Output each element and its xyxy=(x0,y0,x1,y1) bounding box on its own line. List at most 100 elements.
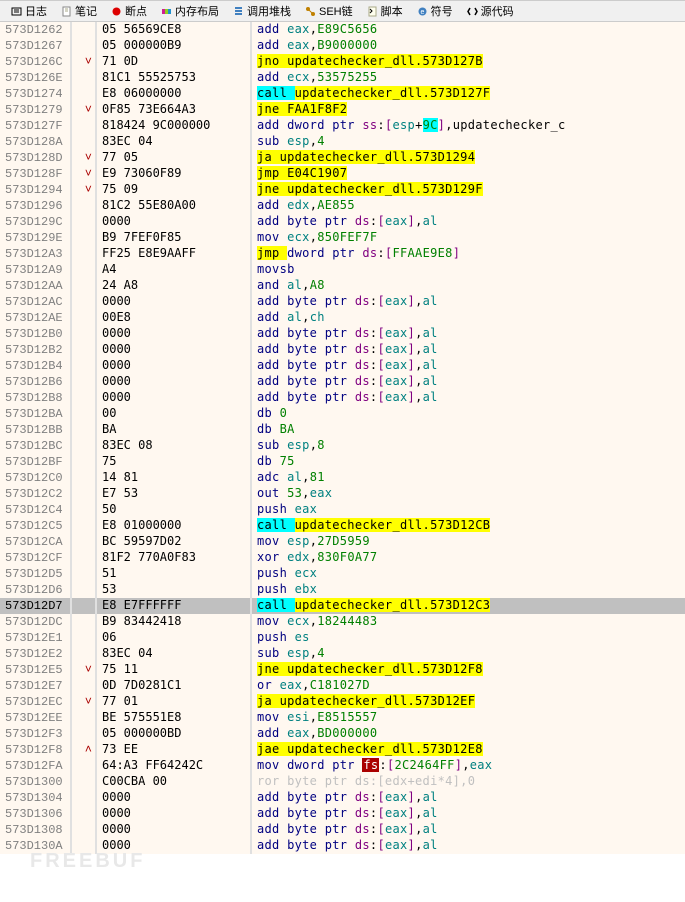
address-cell: 573D12DC xyxy=(0,614,72,630)
symbols-icon: e xyxy=(417,6,428,17)
disasm-row[interactable]: 573D12F8˄73 EEjae updatechecker_dll.573D… xyxy=(0,742,685,758)
instruction-cell: add dword ptr ss:[esp+9C],updatechecker_… xyxy=(252,118,685,134)
instruction-cell: push eax xyxy=(252,502,685,518)
disasm-row[interactable]: 573D129EB9 7FEF0F85mov ecx,850FEF7F xyxy=(0,230,685,246)
disasm-row[interactable]: 573D1294˅75 09jne updatechecker_dll.573D… xyxy=(0,182,685,198)
disasm-row[interactable]: 573D12A9A4movsb xyxy=(0,262,685,278)
toolbar-seh[interactable]: SEH链 xyxy=(298,0,360,22)
disasm-row[interactable]: 573D12DCB9 83442418mov ecx,18244483 xyxy=(0,614,685,630)
disasm-row[interactable]: 573D12B40000add byte ptr ds:[eax],al xyxy=(0,358,685,374)
disasm-row[interactable]: 573D12F305 000000BDadd eax,BD000000 xyxy=(0,726,685,742)
instruction-cell: jae updatechecker_dll.573D12E8 xyxy=(252,742,685,758)
toolbar-label: SEH链 xyxy=(319,3,353,19)
disasm-row[interactable]: 573D130A0000add byte ptr ds:[eax],al xyxy=(0,838,685,854)
bytes-cell: 0000 xyxy=(97,806,252,822)
disasm-row[interactable]: 573D12B20000add byte ptr ds:[eax],al xyxy=(0,342,685,358)
toolbar-label: 笔记 xyxy=(75,3,97,19)
address-cell: 573D1306 xyxy=(0,806,72,822)
toolbar-breakpoint[interactable]: 断点 xyxy=(104,0,154,22)
jump-marker xyxy=(72,246,97,262)
disasm-row[interactable]: 573D129C0000add byte ptr ds:[eax],al xyxy=(0,214,685,230)
disasm-row[interactable]: 573D128D˅77 05ja updatechecker_dll.573D1… xyxy=(0,150,685,166)
disasm-row[interactable]: 573D12BA00db 0 xyxy=(0,406,685,422)
address-cell: 573D12B4 xyxy=(0,358,72,374)
instruction-cell: add byte ptr ds:[eax],al xyxy=(252,294,685,310)
bytes-cell: E8 01000000 xyxy=(97,518,252,534)
disasm-row[interactable]: 573D12AE00E8add al,ch xyxy=(0,310,685,326)
disasm-row[interactable]: 573D128A83EC 04sub esp,4 xyxy=(0,134,685,150)
disasm-row[interactable]: 573D1279˅0F85 73E664A3jne FAA1F8F2 xyxy=(0,102,685,118)
toolbar-source[interactable]: 源代码 xyxy=(460,0,521,22)
jump-marker: ˅ xyxy=(72,102,97,118)
bytes-cell: 75 09 xyxy=(97,182,252,198)
toolbar-memory[interactable]: 内存布局 xyxy=(154,0,226,22)
toolbar-log[interactable]: 日志 xyxy=(4,0,54,22)
disasm-row[interactable]: 573D12C2E7 53out 53,eax xyxy=(0,486,685,502)
disasm-row[interactable]: 573D12FA64:A3 FF64242Cmov dword ptr fs:[… xyxy=(0,758,685,774)
bytes-cell: 73 EE xyxy=(97,742,252,758)
disasm-row[interactable]: 573D12D551push ecx xyxy=(0,566,685,582)
instruction-cell: out 53,eax xyxy=(252,486,685,502)
jump-marker xyxy=(72,534,97,550)
instruction-cell: jno updatechecker_dll.573D127B xyxy=(252,54,685,70)
disasm-row[interactable]: 573D12E106push es xyxy=(0,630,685,646)
disasm-row[interactable]: 573D12D653push ebx xyxy=(0,582,685,598)
instruction-cell: add al,ch xyxy=(252,310,685,326)
disasm-row[interactable]: 573D126C˅71 0Djno updatechecker_dll.573D… xyxy=(0,54,685,70)
instruction-cell: add eax,B9000000 xyxy=(252,38,685,54)
jump-marker xyxy=(72,390,97,406)
disasm-row[interactable]: 573D1306 0000add byte ptr ds:[eax],al xyxy=(0,806,685,822)
jump-marker xyxy=(72,310,97,326)
disasm-row[interactable]: 573D12D7E8 E7FFFFFFcall updatechecker_dl… xyxy=(0,598,685,614)
disasm-row[interactable]: 573D128F˅E9 73060F89jmp E04C1907 xyxy=(0,166,685,182)
log-icon xyxy=(11,6,22,17)
disasm-row[interactable]: 573D12C5E8 01000000call updatechecker_dl… xyxy=(0,518,685,534)
disasm-row[interactable]: 573D13080000add byte ptr ds:[eax],al xyxy=(0,822,685,838)
bytes-cell: 818424 9C000000 xyxy=(97,118,252,134)
disasm-row[interactable]: 573D12BBBAdb BA xyxy=(0,422,685,438)
disasm-row[interactable]: 573D12AC0000add byte ptr ds:[eax],al xyxy=(0,294,685,310)
disasm-row[interactable]: 573D12B60000add byte ptr ds:[eax],al xyxy=(0,374,685,390)
disasm-row[interactable]: 573D1300C00CBA 00ror byte ptr ds:[edx+ed… xyxy=(0,774,685,790)
instruction-cell: jmp dword ptr ds:[FFAAE9E8] xyxy=(252,246,685,262)
disasm-row[interactable]: 573D12EEBE 575551E8mov esi,E8515557 xyxy=(0,710,685,726)
disasm-row[interactable]: 573D12C450push eax xyxy=(0,502,685,518)
bytes-cell: 83EC 08 xyxy=(97,438,252,454)
disasm-row[interactable]: 573D12CF81F2 770A0F83xor edx,830F0A77 xyxy=(0,550,685,566)
disasm-row[interactable]: 573D12EC˅77 01ja updatechecker_dll.573D1… xyxy=(0,694,685,710)
disasm-row[interactable]: 573D126E81C1 55525753add ecx,53575255 xyxy=(0,70,685,86)
disasm-row[interactable]: 573D12BC83EC 08sub esp,8 xyxy=(0,438,685,454)
disasm-row[interactable]: 573D12E283EC 04sub esp,4 xyxy=(0,646,685,662)
disasm-row[interactable]: 573D1274E8 06000000call updatechecker_dl… xyxy=(0,86,685,102)
toolbar-notes[interactable]: 笔记 xyxy=(54,0,104,22)
jump-marker xyxy=(72,70,97,86)
disasm-row[interactable]: 573D12B80000add byte ptr ds:[eax],al xyxy=(0,390,685,406)
disassembly-view[interactable]: 573D126205 56569CE8add eax,E89C5656573D1… xyxy=(0,22,685,854)
disasm-row[interactable]: 573D12B00000add byte ptr ds:[eax],al xyxy=(0,326,685,342)
instruction-cell: or eax,C181027D xyxy=(252,678,685,694)
disasm-row[interactable]: 573D126705 000000B9add eax,B9000000 xyxy=(0,38,685,54)
instruction-cell: add byte ptr ds:[eax],al xyxy=(252,806,685,822)
toolbar-script[interactable]: 脚本 xyxy=(360,0,410,22)
disasm-row[interactable]: 573D12BF75db 75 xyxy=(0,454,685,470)
disasm-row[interactable]: 573D129681C2 55E80A00add edx,AE855 xyxy=(0,198,685,214)
disasm-row[interactable]: 573D12CABC 59597D02mov esp,27D5959 xyxy=(0,534,685,550)
bytes-cell: 75 xyxy=(97,454,252,470)
disasm-row[interactable]: 573D127F818424 9C000000add dword ptr ss:… xyxy=(0,118,685,134)
jump-marker xyxy=(72,278,97,294)
bytes-cell: 50 xyxy=(97,502,252,518)
disasm-row[interactable]: 573D12E70D 7D0281C1or eax,C181027D xyxy=(0,678,685,694)
toolbar-callstack[interactable]: 调用堆栈 xyxy=(226,0,298,22)
bytes-cell: E9 73060F89 xyxy=(97,166,252,182)
toolbar-symbols[interactable]: e符号 xyxy=(410,0,460,22)
bytes-cell: 24 A8 xyxy=(97,278,252,294)
disasm-row[interactable]: 573D12AA24 A8and al,A8 xyxy=(0,278,685,294)
disasm-row[interactable]: 573D12E5˅75 11jne updatechecker_dll.573D… xyxy=(0,662,685,678)
disasm-row[interactable]: 573D12A3FF25 E8E9AAFFjmp dword ptr ds:[F… xyxy=(0,246,685,262)
disasm-row[interactable]: 573D13040000add byte ptr ds:[eax],al xyxy=(0,790,685,806)
instruction-cell: jne updatechecker_dll.573D129F xyxy=(252,182,685,198)
disasm-row[interactable]: 573D126205 56569CE8add eax,E89C5656 xyxy=(0,22,685,38)
address-cell: 573D12D5 xyxy=(0,566,72,582)
disasm-row[interactable]: 573D12C014 81adc al,81 xyxy=(0,470,685,486)
bytes-cell: 05 000000B9 xyxy=(97,38,252,54)
